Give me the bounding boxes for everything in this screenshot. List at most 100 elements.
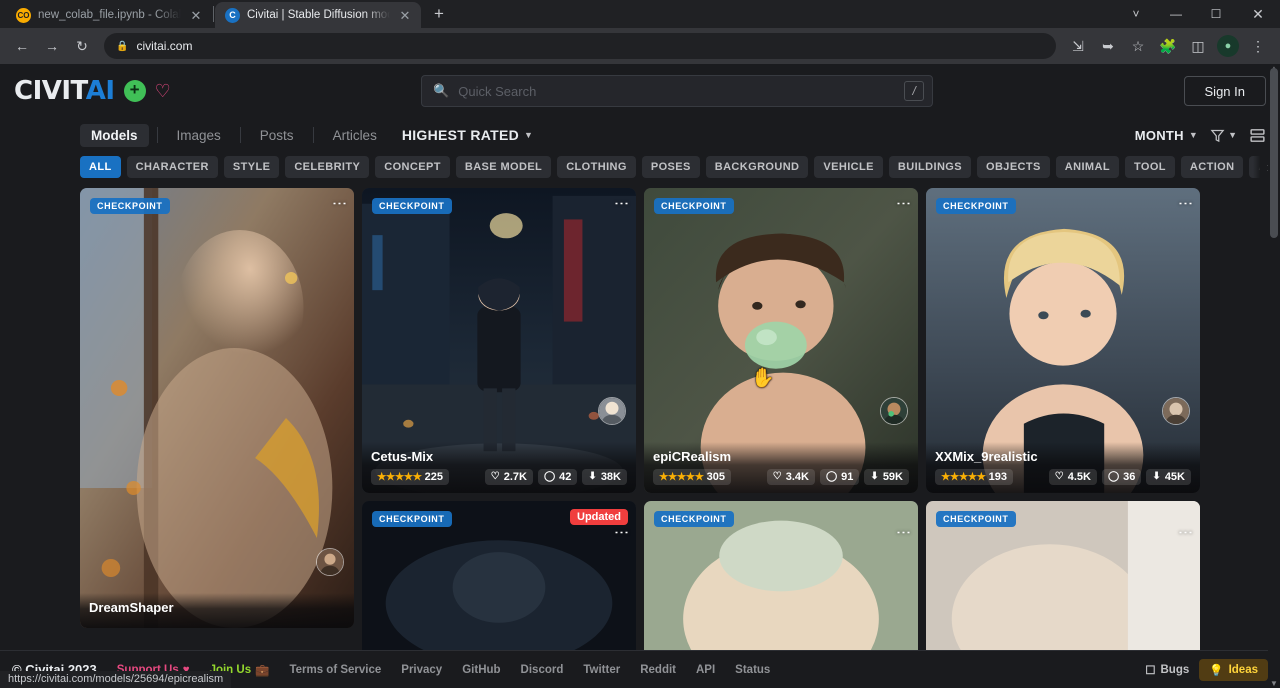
category-pill-base-model[interactable]: BASE MODEL <box>456 156 551 178</box>
category-pill-clothing[interactable]: CLOTHING <box>557 156 636 178</box>
comments-count: 36 <box>1123 471 1135 483</box>
close-icon[interactable]: ✕ <box>188 7 204 23</box>
period-dropdown-value: MONTH <box>1135 128 1184 143</box>
back-arrow-icon[interactable]: ← <box>8 32 36 60</box>
address-bar[interactable]: 🔒 civitai.com <box>104 33 1056 59</box>
model-card-cetus-mix[interactable]: CHECKPOINT ⋮ Cetus-Mix ★★★★★ 225 ♡ <box>362 188 636 493</box>
page-content: CIVITAI + ♡ 🔍 / Sign In Models Images Po… <box>0 64 1280 688</box>
model-card-dreamshaper[interactable]: CHECKPOINT ⋮ DreamShaper <box>80 188 354 628</box>
category-pill-style[interactable]: STYLE <box>224 156 279 178</box>
category-pill-action[interactable]: ACTION <box>1181 156 1244 178</box>
card-menu-icon[interactable]: ⋮ <box>616 525 627 540</box>
category-pill-vehicle[interactable]: VEHICLE <box>814 156 882 178</box>
category-pill-background[interactable]: BACKGROUND <box>706 156 809 178</box>
sort-dropdown[interactable]: HIGHEST RATED ▼ <box>402 127 533 143</box>
badge-checkpoint: CHECKPOINT <box>936 511 1016 527</box>
card-footer: XXMix_9realistic ★★★★★ 193 ♡ 4.5K <box>926 442 1200 493</box>
bugs-button[interactable]: ☐ Bugs <box>1145 663 1189 677</box>
grid-column: CHECKPOINT ⋮ DreamShaper <box>80 188 354 658</box>
nav-tab-posts[interactable]: Posts <box>249 124 305 147</box>
bookmark-star-icon[interactable]: ☆ <box>1124 32 1152 60</box>
divider <box>240 127 241 143</box>
page-scrollbar[interactable]: ▲ ▼ <box>1268 64 1280 688</box>
period-dropdown[interactable]: MONTH ▼ <box>1135 128 1198 143</box>
card-menu-icon[interactable]: ⋮ <box>1180 525 1191 540</box>
card-footer: DreamShaper <box>80 593 354 628</box>
comments-count: 42 <box>559 471 571 483</box>
civitai-logo[interactable]: CIVITAI + ♡ <box>14 76 171 106</box>
star-rating-icon: ★★★★★ <box>659 471 704 483</box>
creator-avatar[interactable] <box>598 397 626 425</box>
filter-button[interactable]: ▼ <box>1210 128 1237 143</box>
footer-link-status[interactable]: Status <box>735 664 770 676</box>
profile-avatar-icon[interactable]: ● <box>1214 32 1242 60</box>
browser-toolbar: ← → ↻ 🔒 civitai.com ⇲ ➥ ☆ 🧩 ◫ ● ⋮ <box>0 28 1280 64</box>
reload-icon[interactable]: ↻ <box>68 32 96 60</box>
category-pill-character[interactable]: CHARACTER <box>127 156 218 178</box>
sign-in-button[interactable]: Sign In <box>1184 76 1266 106</box>
share-icon[interactable]: ➥ <box>1094 32 1122 60</box>
extensions-puzzle-icon[interactable]: 🧩 <box>1154 32 1182 60</box>
model-card-row2-2[interactable]: CHECKPOINT Updated ⋮ <box>362 501 636 658</box>
downloads-count: 59K <box>883 471 903 483</box>
category-pill-all[interactable]: ALL <box>80 156 121 178</box>
category-pill-poses[interactable]: POSES <box>642 156 700 178</box>
tab-search-chevron-down-icon[interactable]: ˅ <box>1116 0 1156 28</box>
new-tab-button[interactable]: + <box>425 0 453 28</box>
close-icon[interactable]: ✕ <box>397 7 413 23</box>
likes-count: 4.5K <box>1068 471 1091 483</box>
category-pill-celebrity[interactable]: CELEBRITY <box>285 156 369 178</box>
download-icon: ⬇ <box>588 472 596 482</box>
category-pill-tool[interactable]: TOOL <box>1125 156 1175 178</box>
model-card-epicrealism[interactable]: CHECKPOINT ⋮ epiCRealism ★★★★★ 305 <box>644 188 918 493</box>
model-card-row2-4[interactable]: CHECKPOINT ⋮ <box>926 501 1200 658</box>
creator-avatar[interactable] <box>880 397 908 425</box>
minimize-icon[interactable]: — <box>1156 0 1196 28</box>
footer-link-twitter[interactable]: Twitter <box>583 664 620 676</box>
badge-checkpoint: CHECKPOINT <box>372 198 452 214</box>
search-input[interactable] <box>458 84 895 99</box>
heart-icon[interactable]: ♡ <box>155 82 171 100</box>
badge-checkpoint: CHECKPOINT <box>654 198 734 214</box>
card-menu-icon[interactable]: ⋮ <box>334 196 345 211</box>
category-pill-animal[interactable]: ANIMAL <box>1056 156 1119 178</box>
card-menu-icon[interactable]: ⋮ <box>616 196 627 211</box>
footer-link-reddit[interactable]: Reddit <box>640 664 676 676</box>
scrollbar-thumb[interactable] <box>1270 68 1278 238</box>
nav-tab-articles[interactable]: Articles <box>322 124 388 147</box>
card-menu-icon[interactable]: ⋮ <box>898 525 909 540</box>
category-pill-buildings[interactable]: BUILDINGS <box>889 156 971 178</box>
forward-arrow-icon[interactable]: → <box>38 32 66 60</box>
nav-tab-images[interactable]: Images <box>166 124 232 147</box>
category-pill-objects[interactable]: OBJECTS <box>977 156 1050 178</box>
footer-link-github[interactable]: GitHub <box>462 664 500 676</box>
create-plus-icon[interactable]: + <box>124 80 146 102</box>
ideas-button[interactable]: 💡 Ideas <box>1199 659 1268 681</box>
maximize-icon[interactable]: ☐ <box>1196 0 1236 28</box>
scroll-down-icon[interactable]: ▼ <box>1270 679 1278 688</box>
chevron-down-icon: ▼ <box>524 130 533 140</box>
install-app-icon[interactable]: ⇲ <box>1064 32 1092 60</box>
briefcase-icon: 💼 <box>255 663 269 677</box>
window-close-icon[interactable]: ✕ <box>1236 0 1280 28</box>
footer-link-terms-of-service[interactable]: Terms of Service <box>289 664 381 676</box>
view-layout-button[interactable] <box>1249 127 1266 144</box>
card-menu-icon[interactable]: ⋮ <box>898 196 909 211</box>
model-card-xxmix-9realistic[interactable]: CHECKPOINT ⋮ XXMix_9realistic ★★★★★ 193 <box>926 188 1200 493</box>
category-filter-row: ALL CHARACTER STYLE CELEBRITY CONCEPT BA… <box>0 152 1280 182</box>
card-menu-icon[interactable]: ⋮ <box>1180 196 1191 211</box>
footer-link-privacy[interactable]: Privacy <box>401 664 442 676</box>
card-title: DreamShaper <box>89 600 345 615</box>
browser-tab-civitai[interactable]: C Civitai | Stable Diffusion models, ✕ <box>215 2 421 28</box>
browser-tab-colab[interactable]: CO new_colab_file.ipynb - Colaborator ✕ <box>6 2 212 28</box>
creator-avatar[interactable] <box>316 548 344 576</box>
category-pill-concept[interactable]: CONCEPT <box>375 156 450 178</box>
side-panel-icon[interactable]: ◫ <box>1184 32 1212 60</box>
footer-link-discord[interactable]: Discord <box>521 664 564 676</box>
nav-tab-models[interactable]: Models <box>80 124 149 147</box>
footer-link-api[interactable]: API <box>696 664 715 676</box>
browser-menu-icon[interactable]: ⋮ <box>1244 32 1272 60</box>
creator-avatar[interactable] <box>1162 397 1190 425</box>
model-card-row2-3[interactable]: CHECKPOINT ⋮ <box>644 501 918 658</box>
quick-search-box[interactable]: 🔍 / <box>421 75 933 107</box>
